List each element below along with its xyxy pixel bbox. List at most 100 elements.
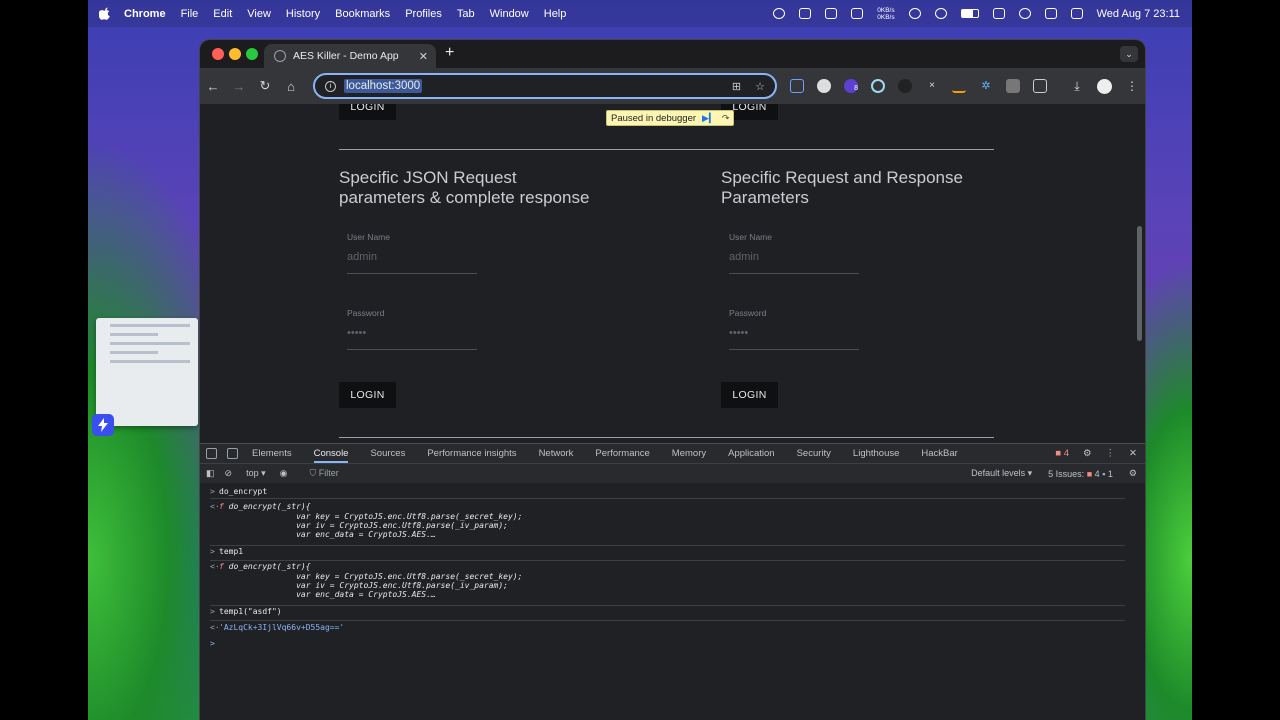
menu-help[interactable]: Help: [544, 8, 567, 20]
menu-profiles[interactable]: Profiles: [405, 8, 442, 20]
battery-icon[interactable]: [960, 9, 979, 18]
crop-extension-icon[interactable]: [790, 79, 804, 93]
thumbnail-line: [110, 342, 190, 345]
grid-extension-icon[interactable]: [1006, 79, 1020, 93]
window-thumbnail[interactable]: [96, 318, 198, 426]
live-expression-eye-icon[interactable]: ◉: [280, 468, 288, 479]
menu-edit[interactable]: Edit: [213, 8, 232, 20]
menu-app-chrome[interactable]: Chrome: [124, 8, 166, 20]
extension-badge-icon[interactable]: 8: [844, 79, 858, 93]
tab-aes-killer[interactable]: AES Killer - Demo App ✕: [264, 44, 436, 68]
tab-security[interactable]: Security: [797, 448, 831, 459]
menu-view[interactable]: View: [247, 8, 271, 20]
console-entry[interactable]: > do_encrypt: [210, 487, 1125, 499]
tab-lighthouse[interactable]: Lighthouse: [853, 448, 899, 459]
home-button[interactable]: ⌂: [278, 79, 304, 94]
new-tab-button[interactable]: +: [445, 44, 454, 62]
control-center-icon[interactable]: [1070, 8, 1083, 19]
download-icon[interactable]: ⤓: [1070, 79, 1084, 93]
filter-input[interactable]: ⛉ Filter: [309, 468, 338, 479]
kebab-menu-icon[interactable]: ⋮: [1125, 79, 1139, 93]
menu-tab[interactable]: Tab: [457, 8, 475, 20]
tab-hackbar[interactable]: HackBar: [921, 448, 957, 459]
x-extension-icon[interactable]: ×: [925, 79, 939, 93]
page-scrollbar[interactable]: [1137, 226, 1142, 341]
bolt-icon[interactable]: [92, 414, 114, 436]
tab-memory[interactable]: Memory: [672, 448, 706, 459]
tab-application[interactable]: Application: [728, 448, 774, 459]
search-icon[interactable]: [908, 8, 921, 19]
username-input-left[interactable]: admin: [347, 251, 377, 263]
console-entry[interactable]: <· f do_encrypt(_str){ var key = CryptoJ…: [210, 502, 1125, 546]
tab-performance-insights[interactable]: Performance insights: [427, 448, 516, 459]
translate-icon[interactable]: ⊞: [732, 80, 741, 93]
tab-console[interactable]: Console: [313, 448, 349, 463]
close-tab-icon[interactable]: ✕: [419, 50, 428, 63]
profile-avatar[interactable]: [1097, 78, 1112, 94]
console-entry[interactable]: > temp1: [210, 547, 1125, 561]
tab-search-button[interactable]: ⌄: [1120, 46, 1138, 62]
password-input-left[interactable]: •••••: [347, 327, 366, 339]
display-icon[interactable]: [1044, 8, 1057, 19]
context-selector[interactable]: top ▾: [246, 468, 266, 479]
sidebar-toggle-icon[interactable]: ◧: [206, 468, 215, 479]
airdrop-icon[interactable]: [992, 8, 1005, 19]
mask-extension-icon[interactable]: [898, 79, 912, 93]
password-input-right[interactable]: •••••: [729, 327, 748, 339]
resume-icon[interactable]: ▶▎: [702, 113, 716, 124]
log-levels-dropdown[interactable]: Default levels ▾: [971, 468, 1032, 479]
browser-toolbar: ← → ↻ ⌂ i localhost:3000 ⊞ ☆ 8 × ✲ ⤓ ⋮: [200, 68, 1145, 104]
console-toolbar: ◧ ⊘ top ▾ ◉ ⛉ Filter Default levels ▾ 5 …: [200, 463, 1145, 483]
settings-gear-icon[interactable]: ⚙: [1083, 448, 1092, 459]
login-button-top-left[interactable]: LOGIN: [339, 104, 396, 120]
menu-file[interactable]: File: [181, 8, 199, 20]
clear-console-icon[interactable]: ⊘: [225, 468, 233, 479]
console-entry[interactable]: <· f do_encrypt(_str){ var key = CryptoJ…: [210, 562, 1125, 606]
step-over-icon[interactable]: ↷: [722, 113, 730, 124]
tab-performance[interactable]: Performance: [595, 448, 649, 459]
apple-icon[interactable]: [98, 7, 112, 21]
moon-icon[interactable]: [934, 8, 947, 19]
close-devtools-icon[interactable]: ✕: [1129, 448, 1137, 459]
login-button-right[interactable]: LOGIN: [721, 382, 778, 408]
console-settings-icon[interactable]: ⚙: [1129, 468, 1137, 479]
menu-window[interactable]: Window: [490, 8, 529, 20]
reload-button[interactable]: ↻: [252, 78, 278, 94]
inspect-element-icon[interactable]: [206, 448, 217, 459]
cookie-extension-icon[interactable]: [817, 79, 831, 93]
bear-icon[interactable]: [799, 8, 812, 19]
back-button[interactable]: ←: [200, 79, 226, 94]
forward-button[interactable]: →: [226, 79, 252, 94]
menu-bookmarks[interactable]: Bookmarks: [335, 8, 390, 20]
minimize-window-button[interactable]: [229, 48, 241, 60]
puzzle-icon[interactable]: [1033, 79, 1047, 93]
tab-elements[interactable]: Elements: [252, 448, 292, 459]
tab-sources[interactable]: Sources: [370, 448, 405, 459]
site-info-icon[interactable]: i: [325, 80, 336, 92]
zoom-window-button[interactable]: [246, 48, 258, 60]
record-icon[interactable]: [773, 8, 786, 19]
close-window-button[interactable]: [212, 48, 224, 60]
tab-network[interactable]: Network: [539, 448, 574, 459]
console-prompt-line[interactable]: >: [210, 639, 1125, 653]
menu-history[interactable]: History: [286, 8, 320, 20]
arrow-extension-icon[interactable]: [952, 79, 966, 93]
address-bar[interactable]: i localhost:3000 ⊞ ☆: [313, 73, 777, 99]
network-speed[interactable]: 0KB/s 0KB/s: [877, 7, 894, 21]
console-entry[interactable]: > temp1("asdf"): [210, 607, 1125, 621]
console-entry[interactable]: <· 'AzLqCk+3IjlVq66v+D55ag==': [210, 623, 1125, 637]
wifi-icon[interactable]: [1018, 8, 1031, 19]
circle-extension-icon[interactable]: [871, 79, 885, 93]
sparkle-extension-icon[interactable]: ✲: [979, 79, 993, 93]
login-button-left[interactable]: LOGIN: [339, 382, 396, 408]
bookmark-star-icon[interactable]: ☆: [755, 80, 765, 93]
username-input-right[interactable]: admin: [729, 251, 759, 263]
cat-icon[interactable]: [851, 8, 864, 19]
device-toolbar-icon[interactable]: [227, 448, 238, 459]
devtools-menu-icon[interactable]: ⋮: [1106, 448, 1116, 459]
clock[interactable]: Wed Aug 7 23:11: [1097, 8, 1180, 20]
url-text[interactable]: localhost:3000: [344, 79, 423, 93]
error-count-badge[interactable]: ■ 4: [1055, 448, 1069, 459]
issues-button[interactable]: 5 Issues: ■ 4 ▪ 1: [1048, 469, 1113, 479]
layers-icon[interactable]: [825, 8, 838, 19]
